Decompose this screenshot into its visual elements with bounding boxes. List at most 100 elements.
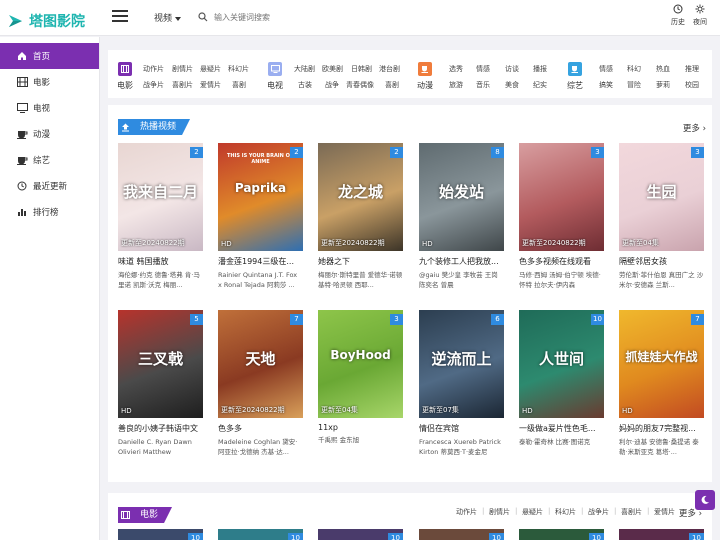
video-poster[interactable]: 三叉戟 5 HD [118, 310, 203, 418]
category-link[interactable]: 推理 [685, 64, 699, 74]
video-card[interactable]: 天地 7 更新至20240822期 色多多 Madeleine Coghlan 黛安·阿… [218, 310, 303, 457]
video-title[interactable]: 色多多 [218, 423, 303, 434]
sidebar-item-anime[interactable]: 动漫 [0, 121, 99, 147]
category-link[interactable]: 欧美剧 [322, 64, 343, 74]
video-title[interactable]: 色多多视频在线观看 [519, 256, 604, 267]
video-card[interactable]: Paprika THIS IS YOUR BRAIN ON ANIME 2 HD 潘金莲… [218, 143, 303, 290]
category-link[interactable]: 喜剧 [385, 80, 399, 90]
video-title[interactable]: 妈妈的朋友7完整视... [619, 423, 704, 434]
category-link[interactable]: 科幻 [627, 64, 641, 74]
category-link[interactable]: 旅游 [449, 80, 463, 90]
more-link-hot[interactable]: 更多 › [683, 122, 706, 134]
movie-tag-link[interactable]: 悬疑片 [522, 507, 543, 517]
video-card[interactable]: 抓娃娃大作战 7 HD 妈妈的朋友7完整视... 利尔·迪基 安德鲁·桑提诺 泰勒·米斯… [619, 310, 704, 457]
category-link[interactable]: 悬疑片 [200, 64, 221, 74]
video-poster[interactable]: 天地 7 更新至20240822期 [218, 310, 303, 418]
category-name[interactable]: 电影 [117, 80, 133, 91]
movie-tag-link[interactable]: 战争片 [588, 507, 609, 517]
video-poster[interactable]: 生园 3 更新至04集 [619, 143, 704, 251]
category-link[interactable]: 选秀 [449, 64, 463, 74]
sidebar-item-home[interactable]: 首页 [0, 43, 99, 69]
video-poster[interactable]: 龙之城 2 更新至20240822期 [318, 143, 403, 251]
category-link[interactable]: 萝莉 [656, 80, 670, 90]
video-poster[interactable]: 10 [118, 529, 203, 540]
category-link[interactable]: 搞笑 [599, 80, 613, 90]
category-link[interactable]: 访谈 [505, 64, 519, 74]
video-title[interactable]: 11xp [318, 423, 403, 432]
video-poster[interactable]: 人世间 10 HD [519, 310, 604, 418]
video-poster[interactable]: 始发站 8 HD [419, 143, 504, 251]
movie-tag-link[interactable]: 科幻片 [555, 507, 576, 517]
video-card[interactable]: 3 更新至20240822期 色多多视频在线观看 马修·西姆 汤姆·伯宁顿 埃德·怀特… [519, 143, 604, 290]
video-title[interactable]: 隔壁邻居女孩 [619, 256, 704, 267]
category-link[interactable]: 情感 [599, 64, 613, 74]
category-link[interactable]: 大陆剧 [294, 64, 315, 74]
category-link[interactable]: 喜剧片 [172, 80, 193, 90]
theme-toggle-button[interactable] [695, 490, 715, 510]
video-poster[interactable]: Paprika THIS IS YOUR BRAIN ON ANIME 2 HD [218, 143, 303, 251]
video-poster[interactable]: BoyHood 3 更新至04集 [318, 310, 403, 418]
history-button[interactable]: 历史 [666, 4, 690, 27]
category-link[interactable]: 冒险 [627, 80, 641, 90]
video-card[interactable]: 始发站 8 HD 九个装修工人把我放... @gaiu 樊少皇 李牧芸 王岗 陈奕名 曾… [419, 143, 504, 290]
video-poster[interactable]: 10 [619, 529, 704, 540]
category-link[interactable]: 情感 [476, 64, 490, 74]
video-poster[interactable]: 我来自二月 2 更新至20240822期 [118, 143, 203, 251]
video-poster[interactable]: 10 [519, 529, 604, 540]
category-link[interactable]: 热血 [656, 64, 670, 74]
video-title[interactable]: 善良的小姨子韩语中文 [118, 423, 203, 434]
category-link[interactable]: 青春偶像 [346, 80, 374, 90]
category-name[interactable]: 电视 [267, 80, 283, 91]
category-link[interactable]: 纪实 [533, 80, 547, 90]
video-poster[interactable]: 抓娃娃大作战 7 HD [619, 310, 704, 418]
video-card[interactable]: 我来自二月 2 更新至20240822期 味道 韩国播放 海伦娜·约克 德鲁·塔弗 肯·… [118, 143, 203, 290]
video-poster[interactable]: 10 [318, 529, 403, 540]
video-poster[interactable]: 3 更新至20240822期 [519, 143, 604, 251]
sidebar-item-variety[interactable]: 综艺 [0, 147, 99, 173]
video-title[interactable]: 情侣在宾馆 [419, 423, 504, 434]
video-poster[interactable]: 10 [218, 529, 303, 540]
video-card[interactable]: 龙之城 2 更新至20240822期 她器之下 梅丽尔·斯特里普 爱德华·诺顿 基特·哈… [318, 143, 403, 290]
movie-tag-link[interactable]: 动作片 [456, 507, 477, 517]
video-title[interactable]: 潘金莲1994三级在... [218, 256, 303, 267]
video-card[interactable]: 三叉戟 5 HD 善良的小姨子韩语中文 Danielle C. Ryan Dawn Ol… [118, 310, 203, 457]
category-link[interactable]: 爱情片 [200, 80, 221, 90]
night-mode-button[interactable]: 夜间 [688, 4, 712, 27]
video-title[interactable]: 味道 韩国播放 [118, 256, 203, 267]
movie-tag-link[interactable]: 爱情片 [654, 507, 675, 517]
menu-toggle-icon[interactable] [112, 10, 128, 24]
sidebar-item-movie[interactable]: 电影 [0, 69, 99, 95]
video-poster[interactable]: 10 [419, 529, 504, 540]
sidebar-item-tv[interactable]: 电视 [0, 95, 99, 121]
video-card[interactable]: BoyHood 3 更新至04集 11xp 千禹熙 金东旭 [318, 310, 403, 455]
category-link[interactable]: 古装 [298, 80, 312, 90]
movie-tag-link[interactable]: 喜剧片 [621, 507, 642, 517]
category-link[interactable]: 美食 [505, 80, 519, 90]
search-input[interactable] [214, 9, 474, 25]
sidebar-item-ranking[interactable]: 排行榜 [0, 199, 99, 225]
category-link[interactable]: 播报 [533, 64, 547, 74]
video-title[interactable]: 一级做a爰片性色毛... [519, 423, 604, 434]
video-card[interactable]: 人世间 10 HD 一级做a爰片性色毛... 泰勒·霍奇林 比赛·图诺克 [519, 310, 604, 457]
video-title[interactable]: 她器之下 [318, 256, 403, 267]
category-name[interactable]: 综艺 [567, 80, 583, 91]
category-name[interactable]: 动漫 [417, 80, 433, 91]
category-link[interactable]: 科幻片 [228, 64, 249, 74]
video-title[interactable]: 九个装修工人把我放... [419, 256, 504, 267]
video-poster[interactable]: 逆流而上 6 更新至07集 [419, 310, 504, 418]
search-icon[interactable] [198, 12, 208, 22]
movie-tag-link[interactable]: 剧情片 [489, 507, 510, 517]
category-link[interactable]: 动作片 [143, 64, 164, 74]
sidebar-item-recent[interactable]: 最近更新 [0, 173, 99, 199]
site-logo[interactable]: 塔图影院 [8, 11, 85, 31]
category-link[interactable]: 剧情片 [172, 64, 193, 74]
category-link[interactable]: 校园 [685, 80, 699, 90]
video-card[interactable]: 生园 3 更新至04集 隔壁邻居女孩 劳伦斯·菲什伯恩 真田广之 沙米尔·安德森 兰斯.… [619, 143, 704, 290]
category-link[interactable]: 战争片 [143, 80, 164, 90]
category-link[interactable]: 喜剧 [232, 80, 246, 90]
category-link[interactable]: 战争 [325, 80, 339, 90]
search-type-select[interactable]: 视频 [154, 11, 182, 24]
category-link[interactable]: 港台剧 [379, 64, 400, 74]
video-card[interactable]: 逆流而上 6 更新至07集 情侣在宾馆 Francesca Xuereb Patrick… [419, 310, 504, 457]
category-link[interactable]: 音乐 [476, 80, 490, 90]
